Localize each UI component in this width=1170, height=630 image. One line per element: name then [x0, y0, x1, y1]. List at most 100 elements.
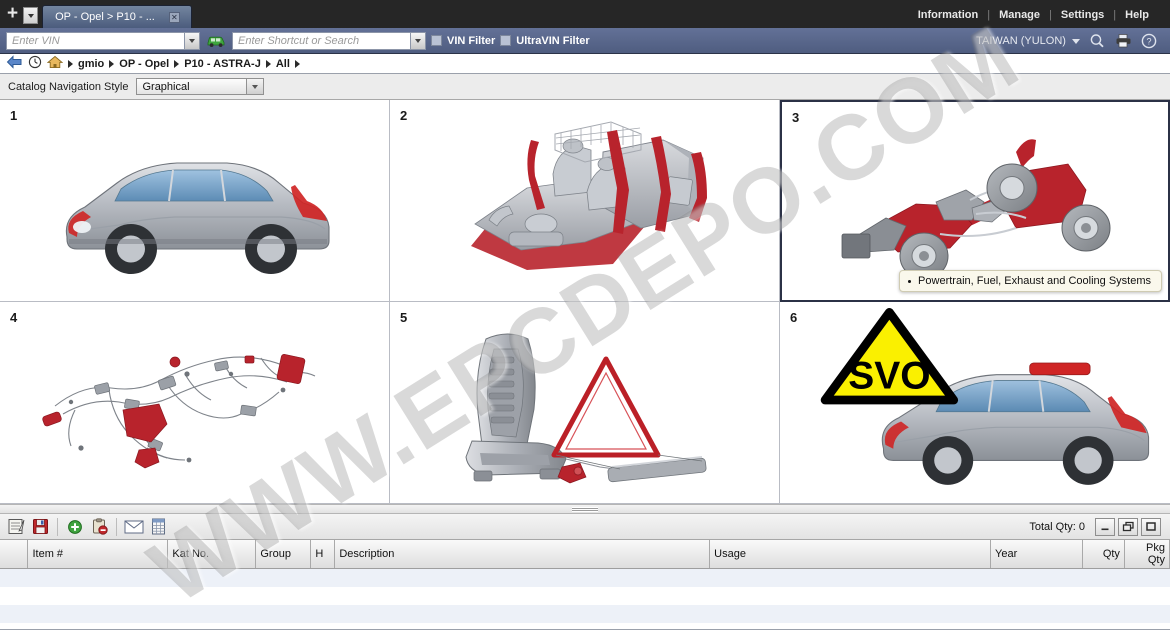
grid-cell-6[interactable]: 6 SVO	[780, 302, 1170, 504]
breadcrumb-arrow-icon	[265, 59, 271, 68]
menu-information[interactable]: Information	[909, 9, 988, 21]
catalog-navigation-bar: Catalog Navigation Style Graphical	[0, 74, 1170, 100]
col-header-year[interactable]: Year	[990, 540, 1083, 569]
restore-icon[interactable]	[1118, 517, 1138, 536]
toolbar-separator	[116, 517, 117, 536]
breadcrumb-item-opel[interactable]: OP - Opel	[119, 58, 169, 70]
table-header-row: Item # Kat No. Group H Description Usage…	[0, 540, 1170, 569]
grid-cell-3[interactable]: 3 Powertrain, Fuel, Exhaust and Cooling …	[780, 100, 1170, 302]
catalog-nav-style-label: Catalog Navigation Style	[8, 80, 129, 93]
catalog-nav-style-select[interactable]: Graphical	[136, 78, 265, 95]
tab-dropdown-icon[interactable]	[23, 7, 39, 24]
breadcrumb-arrow-icon	[109, 59, 115, 68]
question-circle-icon[interactable]: ?	[1140, 32, 1158, 50]
results-toolbar: Total Qty: 0	[0, 514, 1170, 540]
breadcrumb-arrow-icon	[174, 59, 180, 68]
checkbox-box	[431, 35, 442, 46]
total-qty-label: Total Qty: 0	[1029, 520, 1085, 533]
results-window-buttons	[1095, 517, 1165, 536]
magnifier-icon[interactable]	[1088, 32, 1106, 50]
seat-frame-and-warning-triangle-illustration	[390, 302, 779, 503]
vin-input[interactable]	[6, 31, 184, 50]
ultravin-filter-checkbox[interactable]: UltraVIN Filter	[500, 34, 590, 47]
breadcrumb-item-all[interactable]: All	[276, 58, 290, 70]
catalog-nav-style-value: Graphical	[136, 78, 247, 95]
results-table: Item # Kat No. Group H Description Usage…	[0, 540, 1170, 569]
breadcrumb-arrow-icon	[68, 59, 73, 68]
table-row[interactable]	[0, 605, 1170, 623]
splitter-grip	[572, 506, 598, 512]
menu-manage[interactable]: Manage	[990, 9, 1049, 21]
svo-label: SVO	[848, 354, 930, 397]
vin-input-group	[6, 31, 200, 50]
table-row[interactable]	[0, 587, 1170, 605]
grid-cell-2[interactable]: 2	[390, 100, 780, 302]
shortcut-input-group	[232, 31, 426, 50]
close-icon[interactable]: ✕	[168, 11, 180, 23]
svo-warning-sign-and-vehicle-illustration: SVO	[780, 302, 1170, 503]
cell-number: 3	[792, 110, 800, 125]
col-header-pkg-qty[interactable]: Pkg Qty	[1124, 540, 1170, 569]
interior-seats-body-assembly-illustration	[390, 100, 779, 301]
col-header-item-number[interactable]: Item #	[27, 540, 169, 569]
bullet-icon	[908, 279, 912, 283]
col-header-description[interactable]: Description	[334, 540, 711, 569]
top-menu: Information | Manage | Settings | Help	[909, 9, 1170, 28]
ultravin-filter-label: UltraVIN Filter	[516, 34, 590, 47]
col-header-qty[interactable]: Qty	[1082, 540, 1125, 569]
maximize-icon[interactable]	[1141, 517, 1161, 536]
email-icon[interactable]	[123, 517, 145, 537]
breadcrumb-item-astra-j[interactable]: P10 - ASTRA-J	[184, 58, 261, 70]
application-window: WWW.EPCDEPO.COM + OP - Opel > P10 - ... …	[0, 0, 1170, 630]
vehicle-exterior-silver-hatchback-illustration	[0, 100, 389, 301]
search-input[interactable]	[232, 31, 410, 50]
back-arrow-icon[interactable]	[6, 55, 23, 72]
grid-cell-4[interactable]: 4	[0, 302, 390, 504]
menu-settings[interactable]: Settings	[1052, 9, 1113, 21]
green-car-icon[interactable]	[205, 31, 227, 51]
chevron-down-icon[interactable]	[246, 78, 265, 95]
cell-number: 1	[10, 108, 18, 123]
vin-filter-label: VIN Filter	[447, 34, 496, 47]
panel-splitter[interactable]	[0, 504, 1170, 514]
remove-item-icon[interactable]	[88, 517, 110, 537]
illustration-grid: 1 2 3 Powertrain, Fuel, Exhaust and Cool…	[0, 100, 1170, 504]
breadcrumb-arrow-icon	[294, 59, 300, 68]
region-selector[interactable]: TAIWAN (YULON)	[976, 35, 1080, 47]
breadcrumb-item-gmio[interactable]: gmio	[78, 58, 104, 70]
spreadsheet-icon[interactable]	[147, 517, 169, 537]
col-header-usage[interactable]: Usage	[709, 540, 991, 569]
edit-list-icon[interactable]	[5, 517, 27, 537]
results-table-body	[0, 569, 1170, 629]
table-row[interactable]	[0, 569, 1170, 587]
search-bar-tools: TAIWAN (YULON) ?	[976, 32, 1164, 50]
tab-bar: + OP - Opel > P10 - ... ✕ Information | …	[0, 0, 1170, 28]
clock-icon[interactable]	[28, 55, 42, 72]
tab-label: OP - Opel > P10 - ...	[55, 11, 155, 23]
add-item-icon[interactable]	[64, 517, 86, 537]
save-icon[interactable]	[29, 517, 51, 537]
svg-text:?: ?	[1146, 36, 1151, 46]
breadcrumb: gmio OP - Opel P10 - ASTRA-J All	[0, 54, 1170, 74]
caret-down-icon	[1072, 38, 1080, 44]
col-header-kat-no[interactable]: Kat No.	[167, 540, 257, 569]
new-tab-icon[interactable]: +	[0, 4, 23, 28]
menu-help[interactable]: Help	[1116, 9, 1158, 21]
grid-cell-5[interactable]: 5	[390, 302, 780, 504]
printer-icon[interactable]	[1114, 32, 1132, 50]
toolbar-separator	[57, 517, 58, 536]
cell-number: 2	[400, 108, 408, 123]
col-header-h[interactable]: H	[310, 540, 336, 569]
checkbox-box	[500, 35, 512, 46]
col-header-group[interactable]: Group	[255, 540, 312, 569]
grid-cell-1[interactable]: 1	[0, 100, 390, 302]
minimize-icon[interactable]	[1095, 517, 1115, 536]
search-dropdown-icon[interactable]	[410, 31, 426, 50]
browser-tab[interactable]: OP - Opel > P10 - ... ✕	[42, 5, 193, 28]
vin-dropdown-icon[interactable]	[184, 31, 200, 50]
vin-filter-checkbox[interactable]: VIN Filter	[431, 35, 495, 47]
col-header-select[interactable]	[0, 540, 29, 569]
search-bar: VIN Filter UltraVIN Filter TAIWAN (YULON…	[0, 28, 1170, 54]
illustration-grid-area: 1 2 3 Powertrain, Fuel, Exhaust and Cool…	[0, 100, 1170, 504]
home-icon[interactable]	[46, 55, 64, 72]
